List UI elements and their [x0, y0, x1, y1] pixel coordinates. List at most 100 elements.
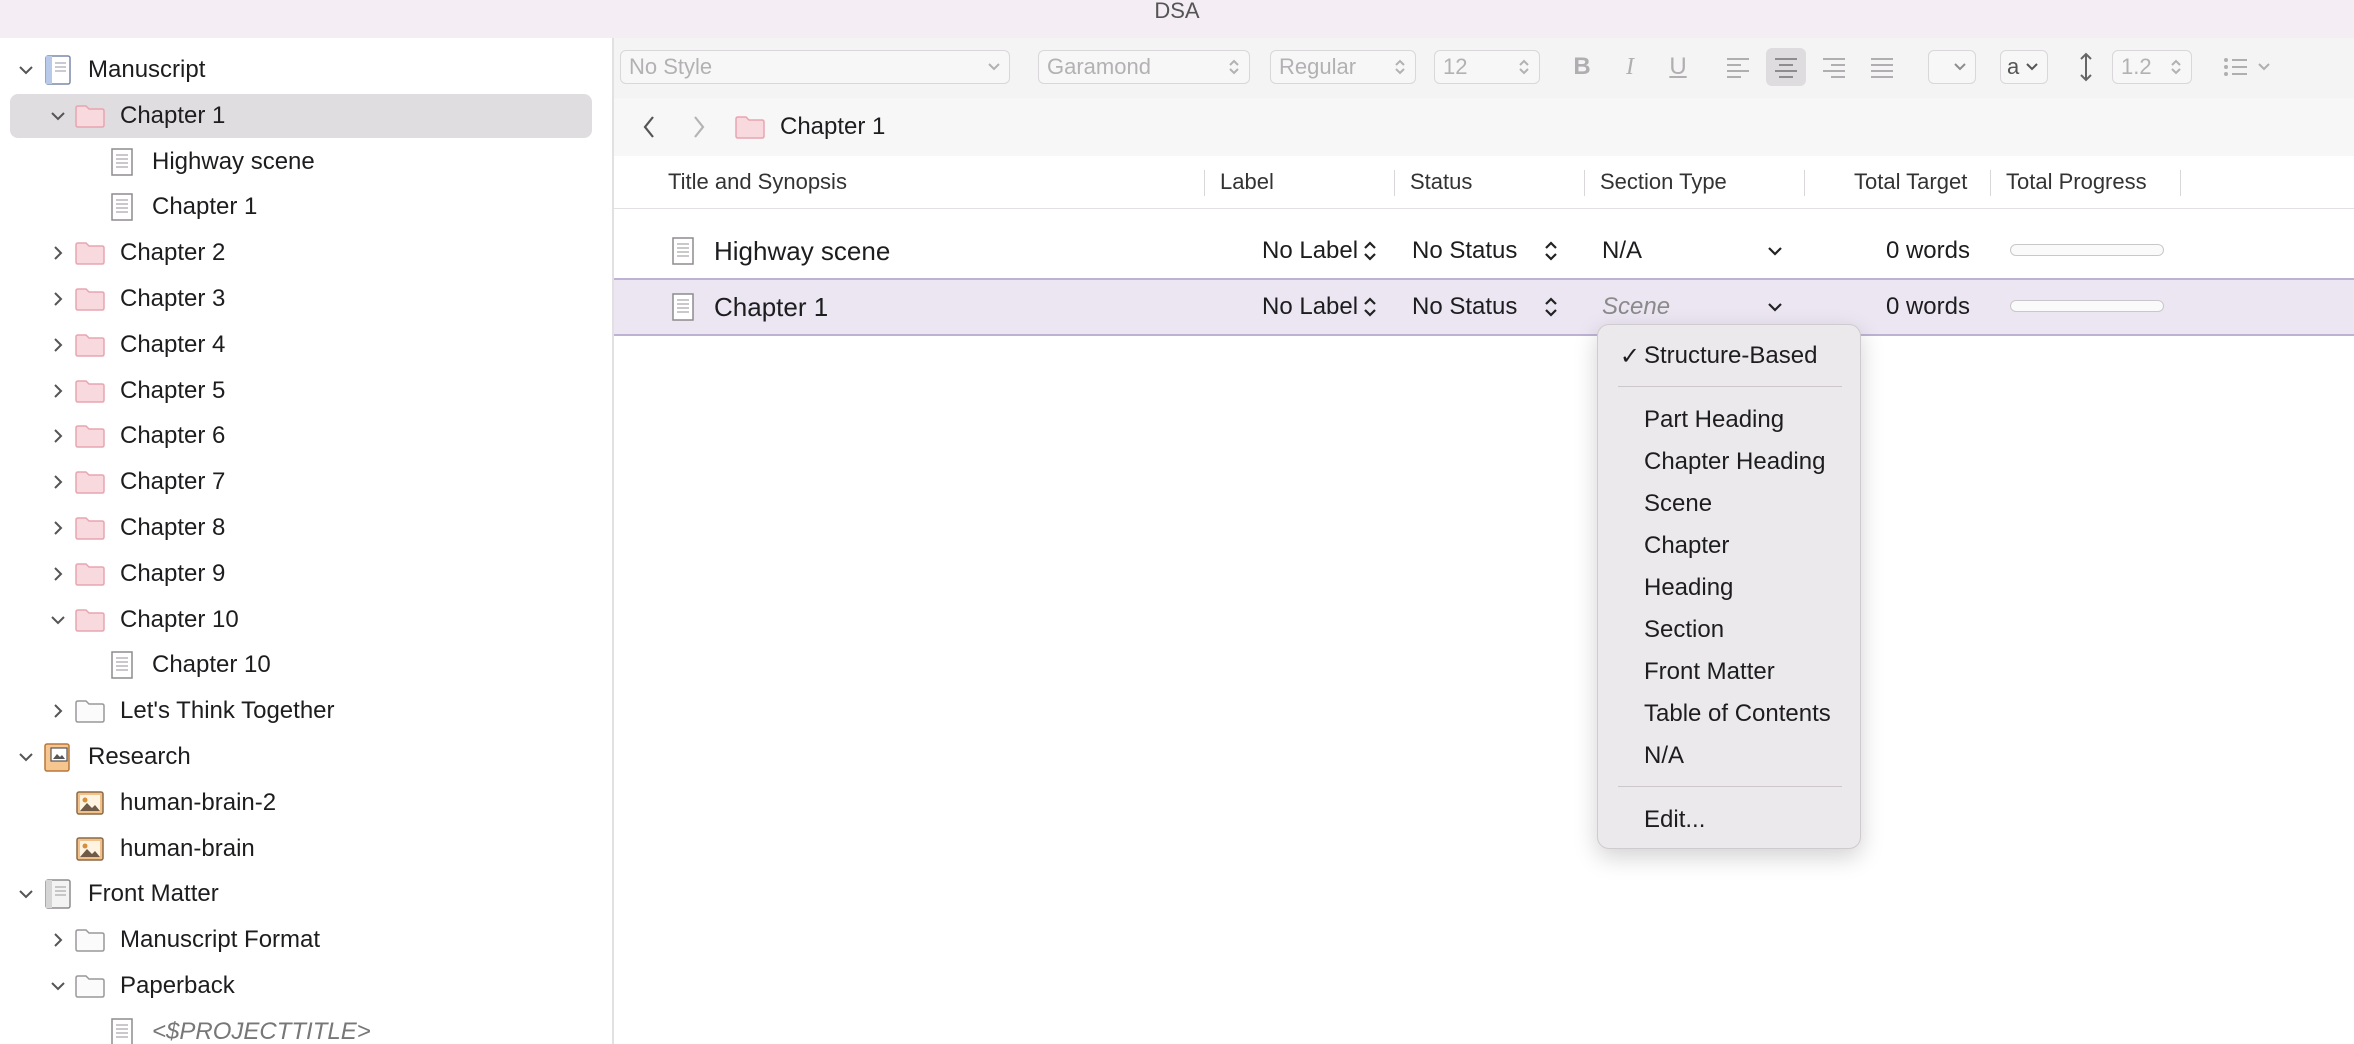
binder-item[interactable]: Research [10, 735, 592, 779]
bold-button[interactable]: B [1562, 48, 1602, 86]
binder-item[interactable]: Let's Think Together [10, 689, 592, 733]
list-style-button[interactable] [2218, 48, 2284, 86]
align-right-button[interactable] [1814, 48, 1854, 86]
binder-item[interactable]: Chapter 1 [10, 93, 592, 138]
column-divider[interactable] [1584, 170, 1585, 196]
line-spacing-select[interactable]: 1.2 [2112, 50, 2192, 84]
chevron-right-icon[interactable] [42, 369, 74, 413]
column-divider[interactable] [1990, 170, 1991, 196]
outliner-row[interactable]: Chapter 1 No Label No Status Scene 0 wor… [614, 278, 2354, 336]
updown-icon [1362, 295, 1378, 319]
chevron-right-icon[interactable] [42, 231, 74, 275]
menu-item-structure-based[interactable]: ✓ Structure-Based [1598, 335, 1862, 377]
chevron-right-icon[interactable] [42, 552, 74, 596]
column-divider[interactable] [2180, 170, 2181, 196]
align-left-button[interactable] [1718, 48, 1758, 86]
align-justify-button[interactable] [1862, 48, 1902, 86]
document-icon [106, 146, 138, 178]
font-size-select[interactable]: 12 [1434, 50, 1540, 84]
align-center-button[interactable] [1766, 48, 1806, 86]
chevron-down-icon[interactable] [42, 964, 74, 1008]
chevron-down-icon[interactable] [10, 872, 42, 916]
font-family-select[interactable]: Garamond [1038, 50, 1250, 84]
binder-item[interactable]: Chapter 8 [10, 506, 592, 550]
binder-item[interactable]: Chapter 7 [10, 460, 592, 504]
column-header-label[interactable]: Label [1220, 156, 1274, 208]
section-type-popup[interactable]: N/A [1602, 224, 1782, 278]
paragraph-style-select[interactable]: No Style [620, 50, 1010, 84]
highlight-color-select[interactable]: a [2000, 50, 2048, 84]
column-divider[interactable] [1394, 170, 1395, 196]
text-color-select[interactable] [1928, 50, 1976, 84]
folder-icon [74, 924, 106, 956]
forward-button[interactable] [684, 112, 714, 142]
italic-button[interactable]: I [1610, 48, 1650, 86]
menu-item-label: Chapter [1644, 532, 1730, 559]
chevron-right-icon[interactable] [42, 414, 74, 458]
binder-item[interactable]: Chapter 6 [10, 414, 592, 458]
breadcrumb[interactable]: Chapter 1 [734, 112, 885, 142]
binder-item[interactable]: Chapter 1 [10, 185, 592, 229]
menu-item-edit[interactable]: Edit... [1598, 799, 1862, 841]
outliner-row[interactable]: Highway scene No Label No Status N/A 0 w… [614, 224, 2354, 278]
chevron-right-icon[interactable] [42, 323, 74, 367]
binder-item[interactable]: Manuscript [10, 48, 592, 92]
chevron-down-icon[interactable] [10, 735, 42, 779]
binder-item[interactable]: Chapter 5 [10, 369, 592, 413]
binder-item[interactable]: Chapter 9 [10, 552, 592, 596]
menu-item-n-a[interactable]: N/A [1598, 735, 1862, 777]
chevron-right-icon[interactable] [42, 689, 74, 733]
chevron-right-icon[interactable] [42, 918, 74, 962]
binder-item-label: Chapter 10 [120, 605, 239, 633]
menu-item-chapter-heading[interactable]: Chapter Heading [1598, 441, 1862, 483]
menu-item-scene[interactable]: Scene [1598, 483, 1862, 525]
menu-item-label: N/A [1644, 742, 1685, 769]
binder-item[interactable]: human-brain [10, 827, 592, 871]
label-popup[interactable]: No Label [1262, 224, 1378, 278]
column-header-section-type[interactable]: Section Type [1600, 156, 1727, 208]
front-matter-icon [42, 878, 74, 910]
status-popup[interactable]: No Status [1412, 224, 1559, 278]
binder-item[interactable]: Manuscript Format [10, 918, 592, 962]
menu-item-section[interactable]: Section [1598, 609, 1862, 651]
row-title[interactable]: Highway scene [714, 224, 890, 278]
chevron-right-icon[interactable] [42, 506, 74, 550]
chevron-down-icon[interactable] [42, 598, 74, 642]
label-value: No Label [1262, 237, 1359, 264]
chevron-right-icon[interactable] [42, 277, 74, 321]
binder-item[interactable]: Chapter 4 [10, 323, 592, 367]
chevron-right-icon[interactable] [42, 460, 74, 504]
menu-item-heading[interactable]: Heading [1598, 567, 1862, 609]
column-header-title[interactable]: Title and Synopsis [668, 156, 847, 208]
binder-item[interactable]: <$PROJECTTITLE> [10, 1010, 592, 1044]
binder-item[interactable]: Chapter 10 [10, 598, 592, 642]
column-header-total-progress[interactable]: Total Progress [2006, 156, 2147, 208]
binder-item[interactable]: Paperback [10, 964, 592, 1008]
status-popup[interactable]: No Status [1412, 280, 1559, 334]
column-divider[interactable] [1204, 170, 1205, 196]
binder-item[interactable]: Chapter 10 [10, 643, 592, 687]
chevron-down-icon[interactable] [10, 48, 42, 92]
font-weight-select[interactable]: Regular [1270, 50, 1416, 84]
menu-item-table-of-contents[interactable]: Table of Contents [1598, 693, 1862, 735]
chevron-down-icon[interactable] [42, 94, 74, 138]
align-right-icon [1823, 58, 1845, 78]
binder-item[interactable]: Chapter 2 [10, 231, 592, 275]
binder-item[interactable]: Front Matter [10, 872, 592, 916]
menu-item-chapter[interactable]: Chapter [1598, 525, 1862, 567]
label-popup[interactable]: No Label [1262, 280, 1378, 334]
row-title[interactable]: Chapter 1 [714, 280, 828, 334]
column-header-total-target[interactable]: Total Target [1854, 156, 1967, 208]
status-value: No Status [1412, 293, 1518, 320]
column-header-status[interactable]: Status [1410, 156, 1472, 208]
binder-item[interactable]: Chapter 3 [10, 277, 592, 321]
binder-sidebar: Manuscript Chapter 1 Highway scene Chapter … [0, 38, 614, 1044]
back-button[interactable] [634, 112, 664, 142]
menu-item-part-heading[interactable]: Part Heading [1598, 399, 1862, 441]
binder-item[interactable]: Highway scene [10, 140, 592, 184]
menu-item-front-matter[interactable]: Front Matter [1598, 651, 1862, 693]
folder-icon [74, 375, 106, 407]
column-divider[interactable] [1804, 170, 1805, 196]
binder-item[interactable]: human-brain-2 [10, 781, 592, 825]
underline-button[interactable]: U [1658, 48, 1698, 86]
